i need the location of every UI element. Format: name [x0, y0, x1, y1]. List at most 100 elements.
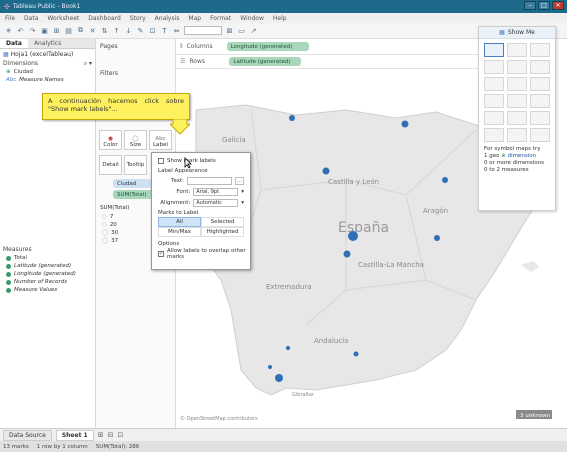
map-mark-city[interactable] — [289, 115, 295, 121]
redo-icon[interactable]: ↷ — [28, 26, 37, 35]
menu-format[interactable]: Format — [210, 15, 231, 22]
chart-type-histogram[interactable] — [507, 111, 527, 125]
chart-type-dual-line[interactable] — [507, 94, 527, 108]
field-total[interactable]: Total — [0, 254, 96, 262]
tooltip-card[interactable]: Tooltip — [124, 155, 147, 175]
map-mark-city[interactable] — [434, 235, 440, 241]
show-me-header[interactable]: ▦ Show Me — [479, 27, 555, 39]
save-icon[interactable]: ▣ — [40, 26, 49, 35]
chart-type-filled-map[interactable] — [507, 43, 527, 57]
field-longitude[interactable]: Longitude (generated) — [0, 270, 96, 278]
chart-type-area[interactable] — [530, 94, 550, 108]
show-mark-labels-row[interactable]: Show mark labels — [152, 155, 250, 166]
clear-icon[interactable]: ✕ — [88, 26, 97, 35]
new-story-icon[interactable]: ⊡ — [117, 431, 123, 439]
chart-type-symbol-map[interactable] — [484, 43, 504, 57]
map-mark-city[interactable] — [442, 177, 448, 183]
new-dashboard-icon[interactable]: ⊟ — [108, 431, 114, 439]
field-number-of-records[interactable]: Number of Records — [0, 278, 96, 286]
map-mark-madrid[interactable] — [348, 231, 358, 241]
chart-type-boxplot[interactable] — [530, 111, 550, 125]
highlight-icon[interactable]: ✎ — [136, 26, 145, 35]
chart-type-line[interactable] — [484, 94, 504, 108]
field-measure-names[interactable]: Abc Measure Names — [0, 76, 95, 84]
color-card[interactable]: ● Color — [99, 130, 122, 150]
fit-icon[interactable]: ⇔ — [172, 26, 181, 35]
chart-type-stacked-bar[interactable] — [530, 60, 550, 74]
menu-dashboard[interactable]: Dashboard — [88, 15, 121, 22]
minimize-button[interactable]: – — [524, 1, 536, 10]
menu-analysis[interactable]: Analysis — [155, 15, 180, 22]
font-select[interactable]: Arial, 9pt — [193, 187, 239, 196]
option-highlighted[interactable]: Highlighted — [201, 227, 244, 237]
menu-map[interactable]: Map — [188, 15, 201, 22]
show-mark-labels-checkbox[interactable] — [158, 157, 164, 164]
rows-pill[interactable]: Latitude (generated) — [229, 57, 302, 66]
map-mark-city[interactable] — [401, 120, 409, 128]
chart-type-bullet[interactable] — [507, 128, 527, 142]
chart-type-packed-bubbles[interactable] — [530, 128, 550, 142]
tab-analytics[interactable]: Analytics — [28, 39, 67, 48]
columns-pill[interactable]: Longitude (generated) — [226, 42, 309, 51]
chart-type-bar[interactable] — [484, 60, 504, 74]
swap-icon[interactable]: ⇅ — [100, 26, 109, 35]
duplicate-icon[interactable]: ⧉ — [76, 26, 85, 35]
tab-sheet-1[interactable]: Sheet 1 — [55, 429, 94, 441]
menu-file[interactable]: File — [5, 15, 15, 22]
columns-shelf[interactable]: ⫴ Columns Longitude (generated) — [176, 39, 478, 55]
label-card[interactable]: Abc Label — [149, 130, 172, 150]
chart-type-side-bar[interactable] — [530, 77, 550, 91]
map-mark-city[interactable] — [353, 351, 359, 357]
map-mark-city[interactable] — [286, 346, 290, 350]
alignment-select[interactable]: Automatic — [193, 198, 239, 207]
datasource-row[interactable]: ▦ Hoja1 (excelTableau) — [0, 49, 95, 59]
chart-type-scatter[interactable] — [484, 111, 504, 125]
presentation-icon[interactable]: ▭ — [237, 26, 246, 35]
chart-type-gantt[interactable] — [484, 128, 504, 142]
search-icon[interactable]: ⌕ ▾ — [84, 60, 92, 68]
map-mark-city[interactable] — [268, 365, 272, 369]
field-latitude[interactable]: Latitude (generated) — [0, 262, 96, 270]
menu-window[interactable]: Window — [240, 15, 264, 22]
chart-type-treemap[interactable] — [484, 77, 504, 91]
field-ciudad[interactable]: ⊕ Ciudad — [0, 68, 95, 76]
tab-data-source[interactable]: Data Source — [3, 429, 52, 441]
detail-card[interactable]: Detail — [99, 155, 122, 175]
rows-shelf[interactable]: ☰ Rows Latitude (generated) — [176, 55, 478, 69]
labels-icon[interactable]: T — [160, 26, 169, 35]
chart-type-pie[interactable] — [530, 43, 550, 57]
new-sheet-icon[interactable]: ▤ — [64, 26, 73, 35]
new-sheet-icon[interactable]: ⊞ — [98, 431, 104, 439]
field-measure-values[interactable]: Measure Values — [0, 286, 96, 294]
sort-asc-icon[interactable]: ↑ — [112, 26, 121, 35]
map-mark-city[interactable] — [343, 250, 351, 258]
map-mark-city[interactable] — [322, 167, 330, 175]
share-icon[interactable]: ↗ — [249, 26, 258, 35]
undo-icon[interactable]: ↶ — [16, 26, 25, 35]
option-selected[interactable]: Selected — [201, 217, 244, 227]
text-field[interactable] — [187, 176, 232, 185]
chart-type-hbar[interactable] — [507, 60, 527, 74]
tab-data[interactable]: Data — [0, 39, 28, 48]
maximize-button[interactable]: □ — [538, 1, 550, 10]
sort-desc-icon[interactable]: ↓ — [124, 26, 133, 35]
new-datasource-icon[interactable]: ⊞ — [52, 26, 61, 35]
chevron-down-icon[interactable]: ▾ — [241, 189, 244, 195]
chevron-down-icon[interactable]: ▾ — [241, 200, 244, 206]
group-icon[interactable]: ⊡ — [148, 26, 157, 35]
option-all[interactable]: All — [158, 217, 201, 227]
fix-axes-icon[interactable]: ⊠ — [225, 26, 234, 35]
map-mark-city[interactable] — [275, 374, 283, 382]
menu-data[interactable]: Data — [24, 15, 38, 22]
ellipsis-button[interactable]: … — [235, 176, 244, 185]
fit-select[interactable] — [184, 26, 222, 35]
size-card[interactable]: ◯ Size — [124, 130, 147, 150]
menu-story[interactable]: Story — [130, 15, 146, 22]
pages-shelf[interactable]: Pages — [96, 42, 175, 51]
filters-shelf[interactable]: Filters — [96, 69, 175, 78]
tableau-icon[interactable]: ✳ — [4, 26, 13, 35]
overlap-checkbox[interactable]: ✓ — [158, 250, 164, 257]
close-button[interactable]: ✕ — [552, 1, 564, 10]
option-min-max[interactable]: Min/Max — [158, 227, 201, 237]
chart-type-circle-view[interactable] — [507, 77, 527, 91]
